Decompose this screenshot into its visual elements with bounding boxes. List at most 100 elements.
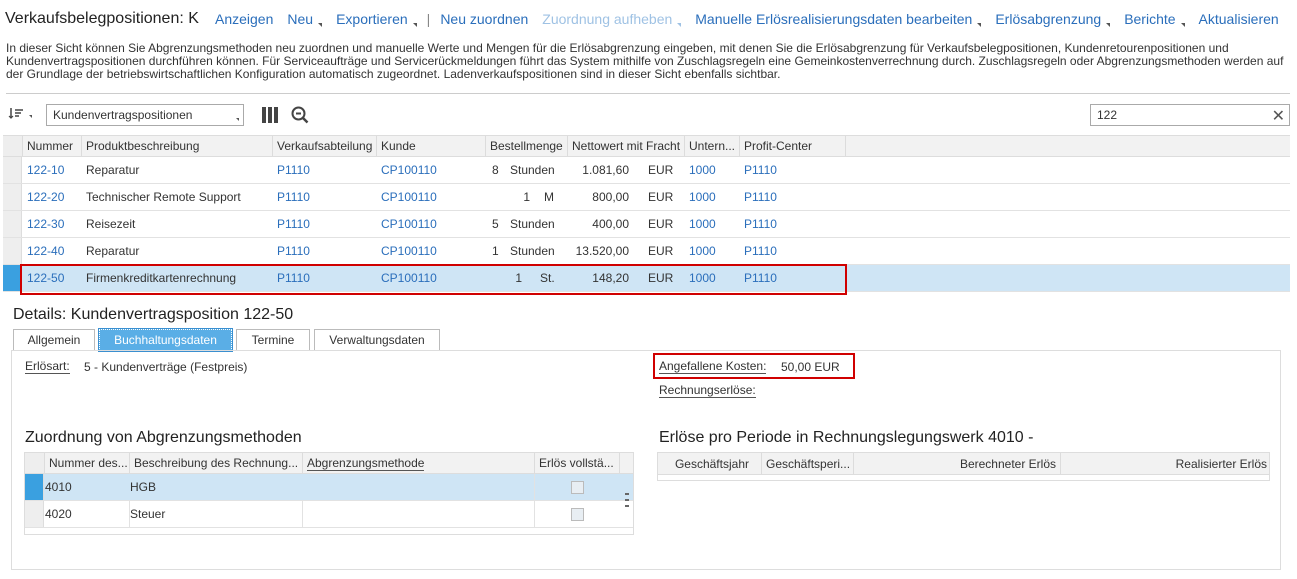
column-header[interactable]: Profit-Center <box>740 136 846 156</box>
search-input[interactable]: 122 ✕ <box>1090 104 1290 126</box>
company-link[interactable]: 1000 <box>685 238 740 264</box>
column-header[interactable]: Realisierter Erlös <box>1061 453 1269 474</box>
table-row[interactable]: 122-20 Technischer Remote Support P1110 … <box>3 184 1290 211</box>
refresh-button[interactable]: Aktualisieren <box>1199 11 1279 27</box>
position-number-link[interactable]: 122-40 <box>23 238 82 264</box>
row-selector-header[interactable] <box>25 453 45 473</box>
row-selector-header[interactable] <box>3 136 23 156</box>
page-title: Verkaufsbelegpositionen: K <box>5 10 199 27</box>
sales-org-link[interactable]: P1110 <box>273 265 377 291</box>
row-selector[interactable] <box>3 157 22 183</box>
product-description: Technischer Remote Support <box>86 190 241 204</box>
revenue-complete-checkbox[interactable] <box>571 507 584 521</box>
row-selector[interactable] <box>25 501 44 527</box>
profit-center-link[interactable]: P1110 <box>740 211 846 237</box>
incurred-costs-value: 50,00 EUR <box>781 360 840 374</box>
export-menu[interactable]: Exportieren <box>336 11 417 27</box>
position-number-link[interactable]: 122-30 <box>23 211 82 237</box>
revenue-complete-checkbox[interactable] <box>571 480 584 494</box>
revenue-type-value: 5 - Kundenverträge (Festpreis) <box>84 360 248 374</box>
reassign-button[interactable]: Neu zuordnen <box>440 11 528 27</box>
scroll-handle[interactable] <box>623 491 631 509</box>
profit-center-link[interactable]: P1110 <box>740 265 846 291</box>
row-selector[interactable] <box>3 265 22 291</box>
company-link[interactable]: 1000 <box>685 211 740 237</box>
company-link[interactable]: 1000 <box>685 184 740 210</box>
sales-org-link[interactable]: P1110 <box>273 211 377 237</box>
tab-buchhaltungsdaten[interactable]: Buchhaltungsdaten <box>98 328 233 352</box>
position-number-link[interactable]: 122-10 <box>23 157 82 183</box>
accrual-method-field[interactable] <box>303 501 535 527</box>
row-selector[interactable] <box>3 238 22 264</box>
company-link[interactable]: 1000 <box>685 265 740 291</box>
table-row-selected[interactable]: 122-50 Firmenkreditkartenrechnung P1110 … <box>3 265 1290 292</box>
net-value: 13.520,00 <box>575 244 629 258</box>
column-header[interactable]: Untern... <box>685 136 740 156</box>
table-row[interactable]: 122-10 Reparatur P1110 CP100110 8 Stunde… <box>3 157 1290 184</box>
column-header[interactable]: Erlös vollstä... <box>535 453 620 473</box>
column-header[interactable]: Berechneter Erlös <box>854 453 1061 474</box>
net-value: 1.081,60 <box>582 163 629 177</box>
profit-center-link[interactable]: P1110 <box>740 238 846 264</box>
customer-link[interactable]: CP100110 <box>377 211 486 237</box>
new-menu[interactable]: Neu <box>287 11 323 27</box>
customer-link[interactable]: CP100110 <box>377 157 486 183</box>
table-row[interactable]: 122-40 Reparatur P1110 CP100110 1 Stunde… <box>3 238 1290 265</box>
accrual-method-field[interactable] <box>303 474 535 500</box>
customer-link[interactable]: CP100110 <box>377 184 486 210</box>
order-quantity: 1 <box>523 190 530 204</box>
row-selector[interactable] <box>3 184 22 210</box>
table-header: Nummer des... Beschreibung des Rechnung.… <box>25 453 633 474</box>
column-header[interactable]: Abgrenzungsmethode <box>303 453 535 473</box>
customer-link[interactable]: CP100110 <box>377 238 486 264</box>
zoom-out-icon[interactable] <box>291 106 309 124</box>
dropdown-caret-icon <box>977 23 982 27</box>
incurred-costs-label: Angefallene Kosten: <box>659 359 767 374</box>
table-row[interactable]: 4020 Steuer <box>25 501 633 528</box>
column-header[interactable]: Geschäftsjahr <box>658 453 762 474</box>
profit-center-link[interactable]: P1110 <box>740 184 846 210</box>
display-button[interactable]: Anzeigen <box>215 11 273 27</box>
currency: EUR <box>648 271 674 285</box>
sales-org-link[interactable]: P1110 <box>273 184 377 210</box>
position-number-link[interactable]: 122-50 <box>23 265 82 291</box>
tab-allgemein[interactable]: Allgemein <box>13 329 95 351</box>
column-header[interactable]: Geschäftsperi... <box>762 453 854 474</box>
edit-manual-revenue-button[interactable]: Manuelle Erlösrealisierungsdaten bearbei… <box>695 11 982 27</box>
customer-link[interactable]: CP100110 <box>377 265 486 291</box>
invoice-revenue-label: Rechnungserlöse: <box>659 383 756 398</box>
column-header[interactable]: Bestellmenge <box>486 136 568 156</box>
dropdown-caret-icon <box>412 23 417 27</box>
table-row[interactable]: 122-30 Reisezeit P1110 CP100110 5 Stunde… <box>3 211 1290 238</box>
column-header[interactable]: Nummer <box>23 136 82 156</box>
clear-icon[interactable]: ✕ <box>1272 106 1285 126</box>
reports-menu[interactable]: Berichte <box>1124 11 1185 27</box>
row-selector[interactable] <box>25 474 44 500</box>
dropdown-caret-icon <box>1180 23 1185 27</box>
unassign-menu[interactable]: Zuordnung aufheben <box>542 11 682 27</box>
column-header[interactable]: Produktbeschreibung <box>82 136 273 156</box>
row-selector[interactable] <box>3 211 22 237</box>
position-number-link[interactable]: 122-20 <box>23 184 82 210</box>
sales-org-link[interactable]: P1110 <box>273 238 377 264</box>
column-header[interactable]: Kunde <box>377 136 486 156</box>
column-header[interactable]: Verkaufsabteilung <box>273 136 377 156</box>
tab-termine[interactable]: Termine <box>236 329 310 351</box>
order-quantity: 8 <box>492 163 499 177</box>
table-row-selected[interactable]: 4010 HGB <box>25 474 633 501</box>
dropdown-caret-icon <box>236 118 239 121</box>
quantity-unit: Stunden <box>510 217 555 231</box>
revenue-accrual-menu[interactable]: Erlösabgrenzung <box>995 11 1111 27</box>
view-select[interactable]: Kundenvertragspositionen <box>46 104 244 126</box>
column-header[interactable]: Beschreibung des Rechnung... <box>130 453 303 473</box>
profit-center-link[interactable]: P1110 <box>740 157 846 183</box>
column-header[interactable]: Nettowert mit Fracht <box>568 136 685 156</box>
sort-button[interactable] <box>8 106 32 124</box>
revenue-complete-cell <box>535 501 620 527</box>
company-link[interactable]: 1000 <box>685 157 740 183</box>
sales-org-link[interactable]: P1110 <box>273 157 377 183</box>
tab-verwaltungsdaten[interactable]: Verwaltungsdaten <box>314 329 440 351</box>
dropdown-caret-icon <box>29 115 32 118</box>
column-header[interactable]: Nummer des... <box>45 453 130 473</box>
columns-icon[interactable] <box>262 107 278 123</box>
